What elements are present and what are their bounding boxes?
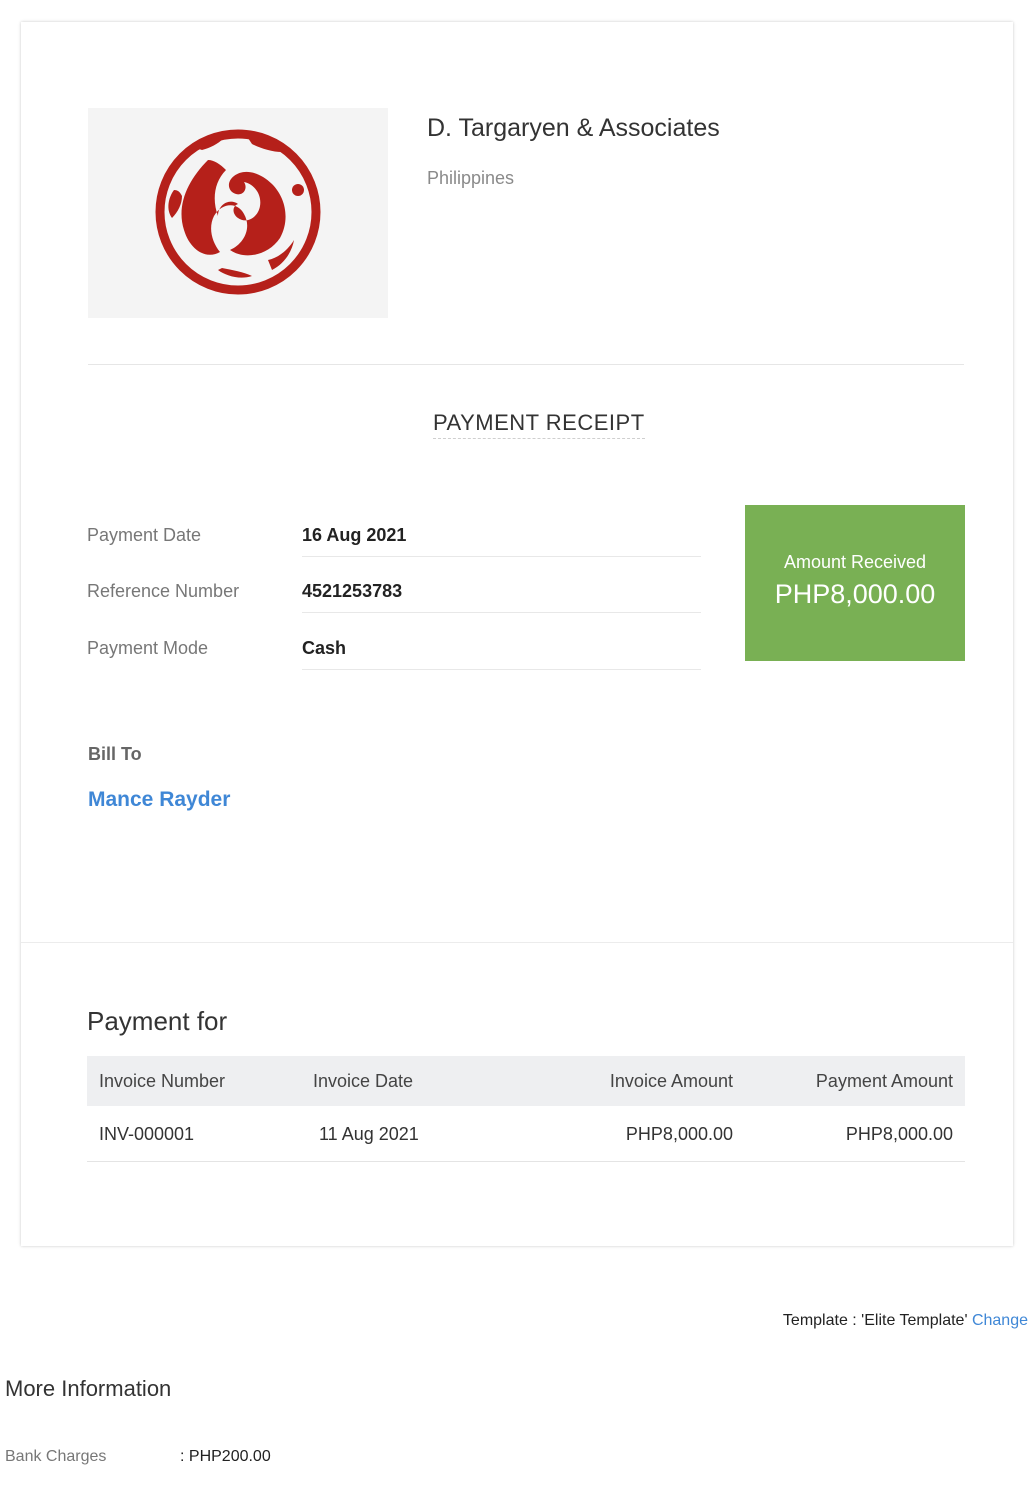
payment-for-table: Invoice Number Invoice Date Invoice Amou… bbox=[87, 1056, 965, 1162]
column-header-invoice-date: Invoice Date bbox=[313, 1071, 414, 1091]
bill-to-customer-link[interactable]: Mance Rayder bbox=[88, 788, 230, 812]
column-header-invoice-number: Invoice Number bbox=[99, 1071, 226, 1091]
amount-received-value: PHP8,000.00 bbox=[774, 579, 936, 609]
bank-charges-value: : PHP200.00 bbox=[180, 1448, 271, 1465]
header-divider bbox=[88, 364, 964, 365]
amount-received-label: Amount Received bbox=[783, 552, 927, 572]
company-country: Philippines bbox=[427, 168, 515, 188]
detail-row-payment-mode: Payment Mode Cash bbox=[87, 626, 701, 670]
change-template-link[interactable]: Change bbox=[972, 1312, 1028, 1329]
payment-mode-value-cell: Cash bbox=[302, 626, 701, 670]
bank-charges-label: Bank Charges bbox=[5, 1448, 107, 1465]
reference-number-value-cell: 4521253783 bbox=[302, 569, 701, 613]
template-info: Template : 'Elite Template' Change bbox=[783, 1312, 1028, 1330]
column-header-invoice-amount: Invoice Amount bbox=[609, 1071, 733, 1091]
dragon-sigil-icon bbox=[155, 129, 321, 295]
more-information-title: More Information bbox=[5, 1376, 172, 1401]
table-row: INV-000001 11 Aug 2021 PHP8,000.00 PHP8,… bbox=[87, 1106, 965, 1162]
payment-date-value: 16 Aug 2021 bbox=[302, 525, 407, 545]
bill-to-label: Bill To bbox=[88, 744, 142, 764]
table-header-row: Invoice Number Invoice Date Invoice Amou… bbox=[87, 1056, 965, 1106]
receipt-card: D. Targaryen & Associates Philippines PA… bbox=[21, 22, 1013, 1246]
section-divider bbox=[21, 942, 1013, 943]
receipt-title: PAYMENT RECEIPT bbox=[433, 410, 645, 439]
payment-for-title: Payment for bbox=[87, 1006, 228, 1036]
payment-date-value-cell: 16 Aug 2021 bbox=[302, 513, 701, 557]
payment-date-label: Payment Date bbox=[87, 525, 202, 545]
invoice-date-cell: 11 Aug 2021 bbox=[319, 1124, 419, 1144]
payment-mode-value: Cash bbox=[302, 638, 347, 658]
reference-number-label: Reference Number bbox=[87, 581, 240, 601]
reference-number-value: 4521253783 bbox=[302, 581, 403, 601]
payment-amount-cell: PHP8,000.00 bbox=[845, 1124, 953, 1144]
company-name: D. Targaryen & Associates bbox=[427, 114, 720, 142]
detail-row-payment-date: Payment Date 16 Aug 2021 bbox=[87, 513, 701, 557]
payment-mode-label: Payment Mode bbox=[87, 638, 209, 658]
template-name: Template : 'Elite Template' bbox=[782, 1312, 968, 1329]
invoice-number-link[interactable]: INV-000001 bbox=[99, 1124, 194, 1145]
company-logo bbox=[88, 108, 388, 318]
detail-row-reference-number: Reference Number 4521253783 bbox=[87, 569, 701, 613]
column-header-payment-amount: Payment Amount bbox=[815, 1071, 953, 1091]
amount-received-box: Amount Received PHP8,000.00 bbox=[745, 505, 965, 661]
invoice-amount-cell: PHP8,000.00 bbox=[625, 1124, 733, 1144]
